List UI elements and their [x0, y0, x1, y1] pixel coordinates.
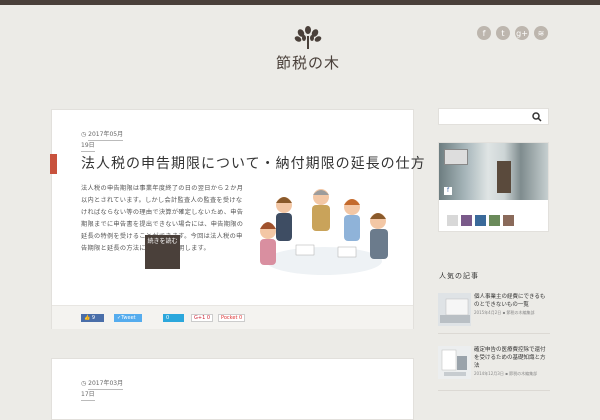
popular-post-title-text: 確定申告の医療費控除で還付を受けるための基礎知識と方法 [474, 347, 546, 369]
divider [438, 333, 550, 334]
popular-post-item[interactable]: 個人事業主の経費にできるものとできないもの一覧 2015年4月2日 ▪ 節税の木… [438, 293, 550, 326]
thumbs-up-icon: 👍 [84, 315, 91, 321]
facebook-like-count: 9 [91, 315, 96, 321]
popular-post-title: 確定申告の医療費控除で還付を受けるための基礎知識と方法 2014年12月3日 ▪… [474, 346, 550, 378]
post-date-line1: 2017年03月 [88, 379, 124, 390]
pocket-count: 0 [239, 315, 243, 321]
post-title[interactable]: 法人税の申告期限について・納付期限の延長の仕方 [81, 154, 426, 174]
post-thumbnail [438, 346, 471, 379]
post-date: ◷ 2017年03月 17日 [81, 379, 141, 401]
avatar [447, 215, 458, 226]
popular-post-title: 個人事業主の経費にできるものとできないもの一覧 2015年4月2日 ▪ 節税の木… [474, 293, 550, 317]
clock-icon: ◷ [81, 131, 87, 138]
avatar [475, 215, 486, 226]
popular-post-title-text: 個人事業主の経費にできるものとできないもの一覧 [474, 294, 546, 308]
post-date-line1: 2017年05月 [88, 130, 124, 141]
popular-post-date: 2014年12月3日 ▪ 節税の木編集部 [474, 371, 538, 376]
search-box[interactable] [438, 108, 549, 125]
hatena-bookmark-button[interactable]: 0 [163, 314, 184, 322]
meeting-illustration [254, 183, 390, 278]
avatar [503, 215, 514, 226]
popular-posts-title: 人気の記事 [439, 272, 479, 280]
social-links: f t g+ ≋ [477, 26, 548, 40]
logo-text: 節税の木 [275, 54, 340, 72]
facebook-like-button[interactable]: 👍 9 [81, 314, 104, 322]
facebook-icon: f [444, 187, 452, 195]
facebook-page-widget[interactable]: f [438, 142, 549, 232]
avatar [489, 215, 500, 226]
office-sign [444, 149, 468, 165]
share-bar: 👍 9 ✓ Tweet 0 G+1 0 Pocket 0 [52, 305, 413, 329]
search-icon[interactable] [532, 112, 542, 122]
avatar [461, 215, 472, 226]
post-date-line2: 19日 [81, 141, 95, 152]
post-date-line2: 17日 [81, 390, 95, 401]
hatena-count: 0 [166, 315, 170, 321]
facebook-fans [447, 215, 514, 226]
twitter-icon[interactable]: t [496, 26, 510, 40]
clock-icon: ◷ [81, 380, 87, 387]
tweet-button[interactable]: ✓ Tweet [114, 314, 142, 322]
site-logo[interactable]: 節税の木 [272, 24, 344, 78]
title-accent [50, 154, 57, 174]
post-date: ◷ 2017年05月 19日 [81, 130, 141, 152]
popular-post-date: 2015年4月2日 ▪ 節税の木編集部 [474, 310, 535, 315]
post-card: ◷ 2017年03月 17日 [51, 358, 414, 420]
pocket-button[interactable]: Pocket 0 [218, 314, 246, 322]
pocket-label: Pocket [221, 315, 238, 321]
google-plus-button[interactable]: G+1 0 [191, 314, 214, 322]
gplus-count: 0 [206, 315, 211, 321]
facebook-icon[interactable]: f [477, 26, 491, 40]
googleplus-icon[interactable]: g+ [515, 26, 529, 40]
read-more-button[interactable]: 続きを読む [145, 235, 180, 269]
post-thumbnail [438, 293, 471, 326]
tree-icon [294, 26, 322, 49]
top-bar [0, 0, 600, 5]
facebook-cover-photo: f [439, 143, 548, 200]
gplus-label: G+1 [194, 315, 206, 321]
tweet-label: Tweet [121, 315, 136, 321]
divider [438, 390, 550, 391]
office-door [497, 161, 511, 193]
popular-post-item[interactable]: 確定申告の医療費控除で還付を受けるための基礎知識と方法 2014年12月3日 ▪… [438, 346, 550, 379]
rss-icon[interactable]: ≋ [534, 26, 548, 40]
post-card: ◷ 2017年05月 19日 法人税の申告期限について・納付期限の延長の仕方 法… [50, 109, 425, 329]
